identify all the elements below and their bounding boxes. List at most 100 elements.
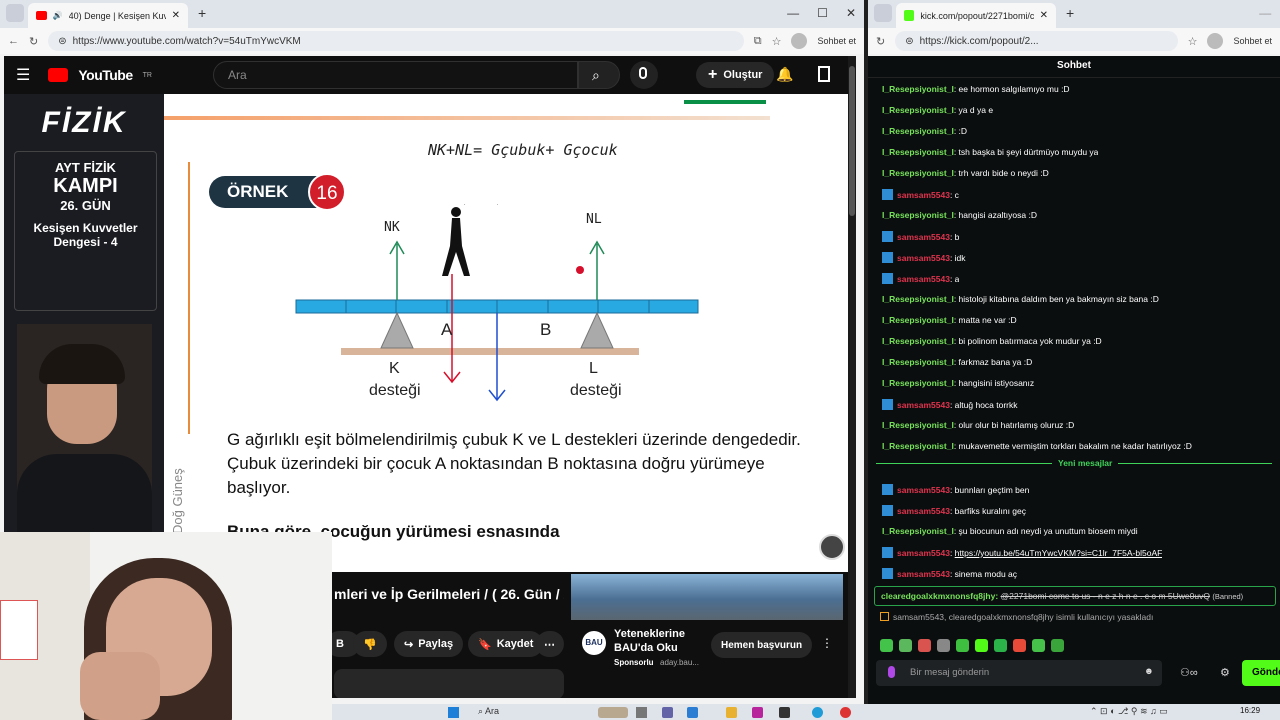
- youtube-logo-icon[interactable]: [48, 68, 69, 82]
- chat-username[interactable]: samsam5543: [897, 548, 950, 558]
- system-tray-icon[interactable]: ⌃ ⊡ ◐ ⎇ ⚲ ≋ ♫ ▭: [1090, 706, 1168, 717]
- dislike-button[interactable]: 👎: [353, 631, 387, 657]
- emote-icon[interactable]: [1032, 639, 1045, 652]
- chat-username[interactable]: I_Resepsiyonist_I: [882, 294, 954, 304]
- chat-username[interactable]: samsam5543: [897, 485, 950, 495]
- chat-username[interactable]: samsam5543: [897, 506, 950, 516]
- widget-icon[interactable]: [598, 707, 628, 718]
- banned-username[interactable]: clearedgoalxkmxnonsfq8jhy: [881, 591, 995, 601]
- chat-username[interactable]: I_Resepsiyonist_I: [882, 336, 954, 346]
- new-tab-icon[interactable]: +: [198, 5, 206, 21]
- emote-icon[interactable]: [975, 639, 988, 652]
- teams-icon[interactable]: [687, 707, 698, 718]
- tab-youtube[interactable]: 🔊 40) Denge | Kesişen Kuvvetler ✕: [28, 3, 188, 28]
- chat-username[interactable]: samsam5543: [897, 569, 950, 579]
- description-box[interactable]: [334, 669, 564, 698]
- chat-username[interactable]: samsam5543: [897, 253, 950, 263]
- chat-username[interactable]: samsam5543: [897, 274, 950, 284]
- url-field[interactable]: ⊜ https://www.youtube.com/watch?v=54uTmY…: [48, 31, 744, 51]
- emote-icon[interactable]: [937, 639, 950, 652]
- windows-start-icon[interactable]: [448, 707, 459, 718]
- emote-icon[interactable]: [1013, 639, 1026, 652]
- tab-kick[interactable]: kick.com/popout/2271bomi/chat ✕: [896, 3, 1056, 28]
- refresh-icon[interactable]: ↻: [29, 35, 38, 48]
- chat-message-text[interactable]: https://youtu.be/54uTmYwcVKM?si=C1lr_7F5…: [955, 548, 1163, 558]
- chat-username[interactable]: I_Resepsiyonist_I: [882, 210, 954, 220]
- app-icon[interactable]: [840, 707, 851, 718]
- chat-username[interactable]: samsam5543: [897, 232, 950, 242]
- chat-username[interactable]: I_Resepsiyonist_I: [882, 105, 954, 115]
- voice-search-button[interactable]: [630, 61, 658, 89]
- ad-image[interactable]: [571, 574, 843, 620]
- copilot-button[interactable]: Sohbet et: [817, 36, 856, 46]
- microphone-icon[interactable]: [888, 666, 895, 678]
- taskbar-search[interactable]: ⌕ Ara: [478, 706, 499, 717]
- send-button[interactable]: Gönder: [1242, 660, 1280, 686]
- ad-cta-button[interactable]: Hemen başvurun: [711, 632, 813, 658]
- chat-username[interactable]: I_Resepsiyonist_I: [882, 315, 954, 325]
- scrollbar[interactable]: [848, 56, 856, 698]
- create-button[interactable]: + Oluştur: [696, 62, 775, 88]
- url-field-kick[interactable]: ⊜ https://kick.com/popout/2...: [895, 31, 1178, 51]
- app-icon[interactable]: [752, 707, 763, 718]
- close-window-icon[interactable]: ✕: [846, 6, 856, 20]
- extensions-icon[interactable]: ⧉: [754, 35, 762, 48]
- copilot-button[interactable]: Sohbet et: [1233, 36, 1272, 46]
- account-icon[interactable]: [818, 66, 830, 82]
- chat-username[interactable]: I_Resepsiyonist_I: [882, 147, 954, 157]
- tab-close-icon[interactable]: ✕: [1040, 10, 1048, 21]
- settings-gear-icon[interactable]: ⚙: [1220, 666, 1230, 679]
- chat-username[interactable]: I_Resepsiyonist_I: [882, 420, 954, 430]
- notifications-bell-icon[interactable]: 🔔: [776, 66, 793, 83]
- channel-watermark-icon[interactable]: [819, 534, 845, 560]
- back-icon[interactable]: ←: [8, 35, 19, 47]
- search-button[interactable]: ⌕: [578, 61, 620, 89]
- emoji-icon[interactable]: ☻: [1144, 666, 1154, 677]
- emote-icon[interactable]: [1051, 639, 1064, 652]
- more-actions-button[interactable]: ⋯: [536, 631, 564, 657]
- file-explorer-icon[interactable]: [726, 707, 737, 718]
- clock[interactable]: 16:29: [1240, 706, 1260, 715]
- profile-avatar[interactable]: [791, 33, 808, 49]
- youtube-logo-text[interactable]: YouTube: [78, 67, 133, 83]
- emote-icon[interactable]: [880, 639, 893, 652]
- chat-username[interactable]: I_Resepsiyonist_I: [882, 168, 954, 178]
- teams-icon[interactable]: [662, 707, 673, 718]
- ad-title-1[interactable]: Yeteneklerine: [614, 628, 685, 640]
- minimize-icon[interactable]: —: [787, 6, 799, 20]
- chat-username[interactable]: I_Resepsiyonist_I: [882, 526, 954, 536]
- app-icon[interactable]: [779, 707, 790, 718]
- site-info-icon[interactable]: ⊜: [58, 36, 66, 47]
- chat-username[interactable]: I_Resepsiyonist_I: [882, 378, 954, 388]
- emote-icon[interactable]: [918, 639, 931, 652]
- edge-icon[interactable]: [812, 707, 823, 718]
- minimize-icon[interactable]: —: [1259, 6, 1271, 20]
- video-player[interactable]: FİZİK AYT FİZİK KAMPI 26. GÜN Kesişen Ku…: [4, 94, 856, 572]
- chat-username[interactable]: I_Resepsiyonist_I: [882, 441, 954, 451]
- chat-username[interactable]: I_Resepsiyonist_I: [882, 126, 954, 136]
- tab-menu-icon[interactable]: [874, 4, 892, 22]
- favorites-icon[interactable]: ☆: [1188, 35, 1198, 48]
- tab-close-icon[interactable]: ✕: [172, 10, 180, 21]
- favorites-icon[interactable]: ☆: [772, 35, 782, 48]
- people-icon[interactable]: ⚇∞: [1180, 666, 1198, 679]
- share-button[interactable]: ↪ Paylaş: [394, 631, 464, 657]
- site-info-icon[interactable]: ⊜: [905, 36, 913, 47]
- search-input[interactable]: Ara: [213, 61, 578, 89]
- ad-more-icon[interactable]: ⋮: [821, 636, 833, 650]
- emote-icon[interactable]: [994, 639, 1007, 652]
- tab-menu-icon[interactable]: [6, 4, 24, 22]
- task-view-icon[interactable]: [636, 707, 647, 718]
- emote-icon[interactable]: [956, 639, 969, 652]
- chat-username[interactable]: I_Resepsiyonist_I: [882, 84, 954, 94]
- maximize-icon[interactable]: ☐: [817, 6, 828, 20]
- chat-message-input[interactable]: Bir mesaj gönderin ☻: [876, 660, 1162, 686]
- new-tab-icon[interactable]: +: [1066, 5, 1074, 21]
- ad-title-2[interactable]: BAU'da Oku: [614, 642, 678, 654]
- hamburger-menu-icon[interactable]: ☰: [16, 65, 30, 85]
- chat-username[interactable]: I_Resepsiyonist_I: [882, 357, 954, 367]
- refresh-icon[interactable]: ↻: [876, 35, 885, 48]
- chat-username[interactable]: samsam5543: [897, 190, 950, 200]
- chat-username[interactable]: samsam5543: [897, 400, 950, 410]
- profile-avatar[interactable]: [1207, 33, 1224, 49]
